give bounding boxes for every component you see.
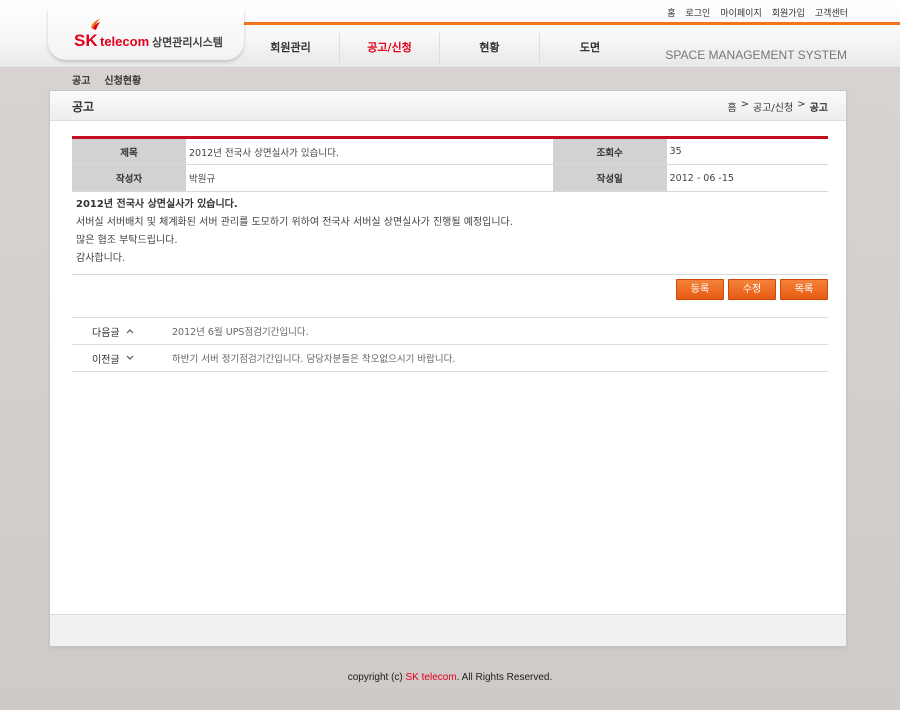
breadcrumb: 홈 > 공고/신청 > 공고 [727, 99, 828, 114]
divider [72, 274, 828, 275]
util-link-login[interactable]: 로그인 [686, 6, 711, 19]
body-line: 많은 협조 부탁드립니다. [76, 235, 178, 246]
post-body: 2012년 전국사 상면실사가 있습니다. 서버실 서버배치 및 체계화된 서버… [76, 196, 826, 268]
top-header: 홈 로그인 마이페이지 회원가입 고객센터 SK telecom 상면관리시스템… [0, 0, 900, 68]
nav-item-notice[interactable]: 공고/신청 [340, 33, 440, 63]
logo-sk: SK [74, 31, 98, 50]
edit-button[interactable]: 수정 [728, 279, 776, 300]
post-author: 박원규 [186, 164, 553, 192]
subnav-item-notice[interactable]: 공고 [72, 72, 90, 87]
copyright: copyright (c) SK telecom. All Rights Res… [0, 672, 900, 683]
content-panel: 공고 홈 > 공고/신청 > 공고 제목 2012년 전국사 상면실사가 있습니… [49, 90, 847, 647]
table-row: 작성자 박원규 작성일 2012 - 06 -15 [72, 164, 828, 192]
breadcrumb-home[interactable]: 홈 [727, 99, 736, 114]
breadcrumb-section[interactable]: 공고/신청 [753, 99, 793, 114]
logo-telecom: telecom [100, 34, 150, 49]
logo[interactable]: SK telecom 상면관리시스템 [48, 8, 244, 60]
sub-nav: 공고 신청현황 [72, 72, 141, 87]
views-label: 조회수 [552, 137, 667, 165]
util-link-signup[interactable]: 회원가입 [772, 6, 805, 19]
author-label: 작성자 [72, 164, 186, 192]
prev-post-row[interactable]: 이전글 하반기 서버 정기점검기간입니다. 담당자분들은 착오없으시기 바랍니다… [72, 345, 828, 372]
nav-item-floorplan[interactable]: 도면 [540, 33, 640, 63]
post-views: 35 [666, 137, 828, 165]
body-line: 감사합니다. [76, 253, 126, 264]
breadcrumb-current: 공고 [809, 103, 828, 114]
next-post-title[interactable]: 2012년 6월 UPS점검기간입니다. [172, 324, 309, 338]
next-post-label-wrap: 다음글 [72, 324, 172, 339]
panel-footer [50, 614, 846, 646]
util-link-mypage[interactable]: 마이페이지 [720, 6, 761, 19]
system-title: SPACE MANAGEMENT SYSTEM [665, 48, 847, 62]
next-post-row[interactable]: 다음글 2012년 6월 UPS점검기간입니다. [72, 318, 828, 345]
body-line: 2012년 전국사 상면실사가 있습니다. [76, 199, 238, 210]
copyright-suffix: . All Rights Reserved. [456, 672, 553, 683]
action-buttons: 등록 수정 목록 [676, 279, 828, 300]
date-label: 작성일 [552, 164, 667, 192]
utility-links: 홈 로그인 마이페이지 회원가입 고객센터 [667, 6, 848, 19]
prev-post-label-wrap: 이전글 [72, 351, 172, 366]
header-accent-line [240, 22, 900, 25]
prev-post-label: 이전글 [92, 354, 120, 366]
list-button[interactable]: 목록 [780, 279, 828, 300]
table-row: 제목 2012년 전국사 상면실사가 있습니다. 조회수 35 [72, 137, 828, 165]
util-link-support[interactable]: 고객센터 [815, 6, 848, 19]
body-line: 서버실 서버배치 및 체계화된 서버 관리를 도모하기 위하여 전국사 서버실 … [76, 217, 513, 228]
title-label: 제목 [72, 137, 186, 165]
register-button[interactable]: 등록 [676, 279, 724, 300]
sk-wing-icon [91, 19, 100, 30]
util-link-home[interactable]: 홈 [667, 6, 675, 19]
post-date: 2012 - 06 -15 [666, 164, 828, 192]
chevron-down-icon [126, 355, 134, 360]
post-title: 2012년 전국사 상면실사가 있습니다. [186, 137, 553, 165]
chevron-up-icon [126, 329, 134, 334]
copyright-prefix: copyright (c) [347, 672, 406, 683]
panel-header: 공고 홈 > 공고/신청 > 공고 [50, 91, 846, 121]
breadcrumb-separator: > [797, 99, 806, 110]
adjacent-posts: 다음글 2012년 6월 UPS점검기간입니다. 이전글 하반기 서버 정기점검… [72, 317, 828, 372]
nav-item-member[interactable]: 회원관리 [242, 33, 340, 63]
subnav-item-requests[interactable]: 신청현황 [104, 72, 141, 87]
post-info-table: 제목 2012년 전국사 상면실사가 있습니다. 조회수 35 작성자 박원규 … [72, 136, 828, 192]
nav-item-status[interactable]: 현황 [440, 33, 540, 63]
breadcrumb-separator: > [740, 99, 750, 110]
page-title: 공고 [72, 100, 95, 114]
logo-system-name: 상면관리시스템 [152, 36, 223, 49]
next-post-label: 다음글 [92, 327, 120, 339]
main-nav: 회원관리 공고/신청 현황 도면 [242, 33, 640, 65]
copyright-brand: SK telecom [405, 672, 457, 683]
prev-post-title[interactable]: 하반기 서버 정기점검기간입니다. 담당자분들은 착오없으시기 바랍니다. [172, 351, 455, 365]
